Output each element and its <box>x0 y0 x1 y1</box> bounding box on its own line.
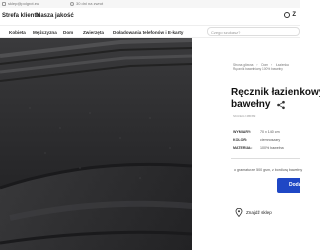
attr-size-value: 70 x 140 cm <box>260 130 280 134</box>
product-title-line1: Ręcznik łazienkowy <box>231 87 320 98</box>
attr-material-value: 100% bawełna <box>260 146 284 150</box>
account-menu[interactable]: Z <box>284 12 296 18</box>
attr-material: MATERIAŁ: 100% bawełna <box>233 144 284 152</box>
product-sku: SKU/EUJ 2BF89 <box>233 114 256 118</box>
returns-text: 30 dni na zwrot <box>76 1 104 6</box>
add-to-cart-label: Doda <box>289 182 302 188</box>
returns-info: 30 dni na zwrot <box>70 1 103 6</box>
mail-icon <box>2 1 6 6</box>
our-quality-link[interactable]: Nasza jakość <box>36 13 74 19</box>
divider <box>231 158 300 159</box>
find-store-label: Znajdź sklep <box>246 210 272 215</box>
attr-size: WYMIARY: 70 x 140 cm <box>233 128 284 136</box>
product-info: o gramaturze 500 gsm, z bordiurą bawełny <box>234 168 303 172</box>
account-label: Z <box>292 12 296 18</box>
search-placeholder: Czego szukasz? <box>211 30 241 35</box>
service-nav: Strefa klienta Nasza jakość Z <box>0 8 300 25</box>
nav-item-topups[interactable]: Doładowania telefonów i E-karty <box>113 30 183 35</box>
location-icon <box>235 208 243 217</box>
towel-photo <box>0 38 192 250</box>
top-info-strip: sklep@polgrot.eu 30 dni na zwrot <box>0 0 300 8</box>
product-details-panel: Strona główna › Dom › Łazienka Ręcznik baw… <box>192 38 320 250</box>
nav-item-women[interactable]: Kobieta <box>9 30 26 35</box>
share-icon[interactable] <box>276 100 286 110</box>
nav-item-home[interactable]: Dom <box>63 30 73 35</box>
user-icon <box>284 12 291 18</box>
attr-color-value: ciemnoszary <box>260 138 281 142</box>
return-icon <box>70 1 74 6</box>
add-to-cart-button[interactable]: Doda <box>277 178 302 193</box>
search-input[interactable]: Czego szukasz? <box>207 27 300 36</box>
contact-email[interactable]: sklep@polgrot.eu <box>2 1 39 6</box>
attr-size-key: WYMIARY: <box>233 130 252 134</box>
nav-item-pets[interactable]: Zwierzęta <box>83 30 104 35</box>
breadcrumb: Strona główna › Dom › Łazienka Ręcznik baw… <box>233 63 289 71</box>
attr-material-key: MATERIAŁ: <box>233 146 253 150</box>
product-attributes: WYMIARY: 70 x 140 cm KOLOR: ciemnoszary … <box>233 128 284 152</box>
find-store-link[interactable]: Znajdź sklep <box>235 208 272 217</box>
breadcrumb-current: Ręcznik bawełniany 100% bawełny <box>233 67 283 71</box>
nav-item-men[interactable]: Mężczyzna <box>33 30 57 35</box>
customer-zone-link[interactable]: Strefa klienta <box>2 13 40 19</box>
attr-color: KOLOR: ciemnoszary <box>233 136 284 144</box>
attr-color-key: KOLOR: <box>233 138 248 142</box>
email-text: sklep@polgrot.eu <box>8 1 40 6</box>
product-image[interactable] <box>0 38 192 250</box>
